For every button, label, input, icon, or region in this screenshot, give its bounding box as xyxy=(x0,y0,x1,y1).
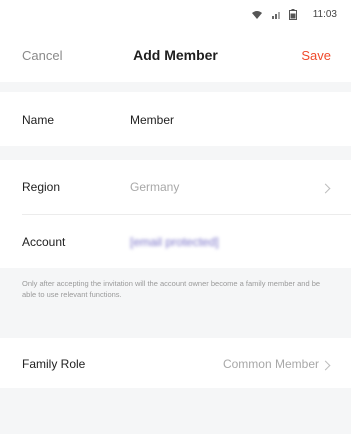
wifi-icon xyxy=(251,10,263,20)
battery-icon xyxy=(288,9,297,20)
divider xyxy=(22,214,351,215)
region-label: Region xyxy=(22,180,61,194)
signal-icon xyxy=(271,10,281,20)
name-input[interactable]: Member xyxy=(130,113,174,127)
chevron-right-icon xyxy=(320,183,331,194)
status-bar: 11:03 xyxy=(0,0,351,30)
account-input[interactable]: [email protected] xyxy=(130,235,219,249)
account-label: Account xyxy=(22,235,66,249)
region-row[interactable]: Region Germany Account [email protected] xyxy=(0,160,351,268)
invitation-hint: Only after accepting the invitation will… xyxy=(22,279,321,299)
family-role-label: Family Role xyxy=(22,357,86,371)
status-time: 11:03 xyxy=(312,9,337,20)
page-title: Add Member xyxy=(133,47,218,63)
chevron-right-icon xyxy=(320,360,331,371)
save-button[interactable]: Save xyxy=(301,48,331,63)
family-role-value: Common Member xyxy=(222,357,319,371)
region-value: Germany xyxy=(130,180,180,194)
nav-bar: Cancel Add Member Save xyxy=(0,30,351,82)
name-row[interactable]: Name Member xyxy=(0,92,351,146)
name-label: Name xyxy=(22,113,55,127)
status-icons: 11:03 xyxy=(251,9,337,20)
family-role-row[interactable]: Family Role Common Member xyxy=(0,338,351,388)
